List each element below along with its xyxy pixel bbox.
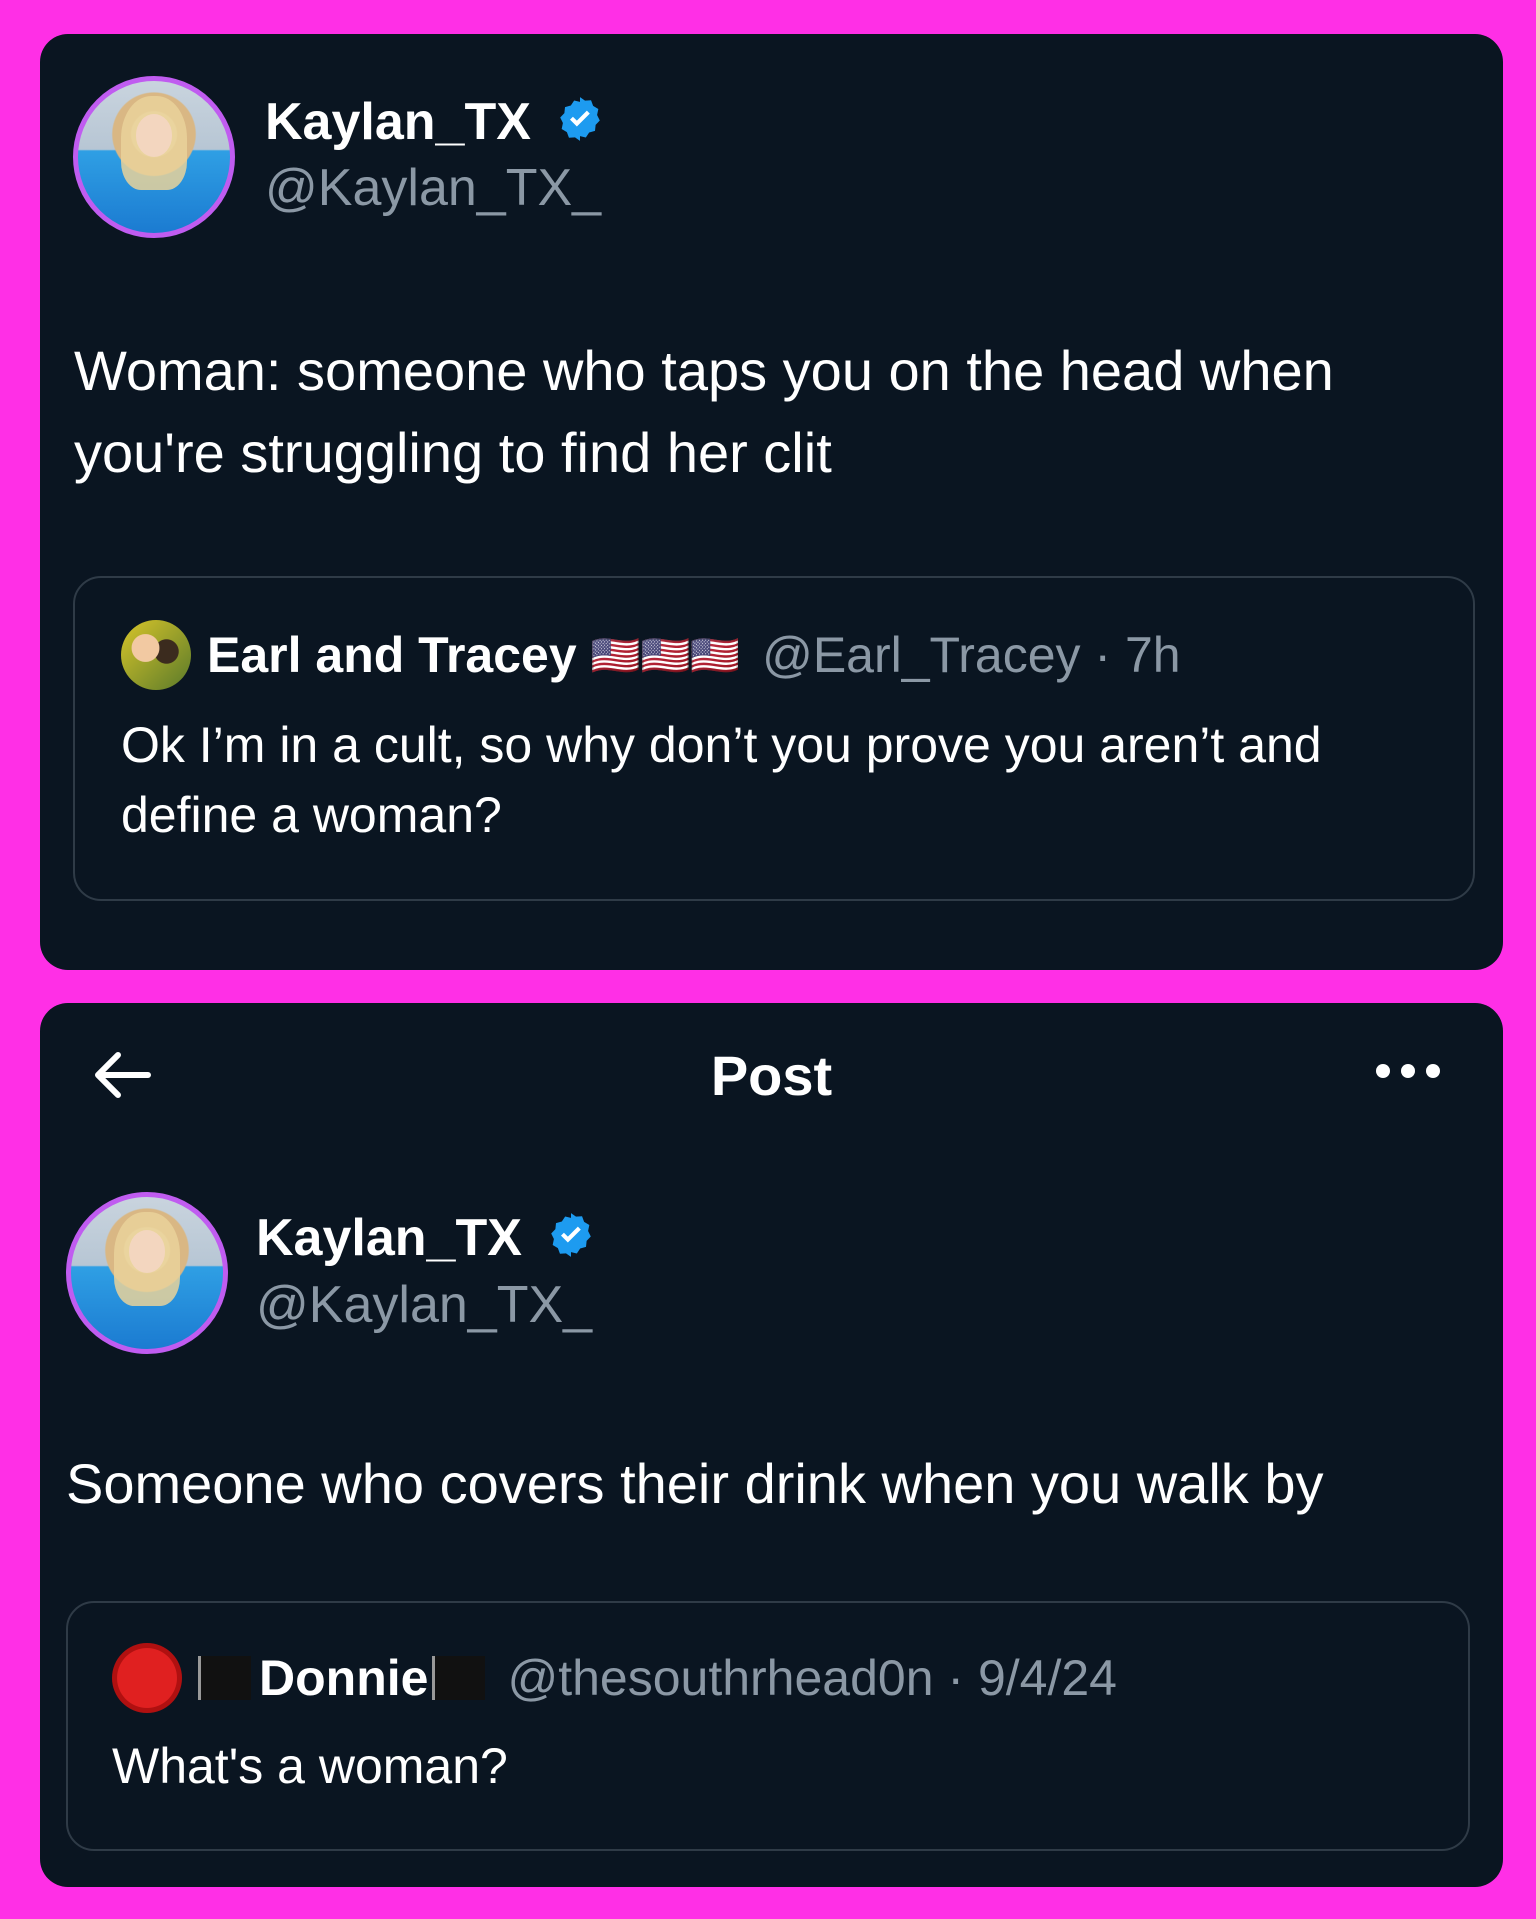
pirate-flag-icon [198, 1656, 251, 1700]
quoted-tweet[interactable]: Earl and Tracey 🇺🇸🇺🇸🇺🇸 @Earl_Tracey · 7h… [73, 576, 1475, 901]
quoted-avatar[interactable] [112, 1643, 182, 1713]
tweet-text: Woman: someone who taps you on the head … [74, 339, 1334, 484]
quoted-avatar[interactable] [121, 620, 191, 690]
quoted-text: What's a woman? [112, 1738, 508, 1794]
author-name[interactable]: Kaylan_TX [265, 92, 605, 157]
us-flag-icon: 🇺🇸🇺🇸🇺🇸 [590, 633, 741, 678]
avatar[interactable] [66, 1192, 228, 1354]
tweet-card-1: Kaylan_TX @Kaylan_TX_ Woman: someone who… [40, 34, 1503, 970]
verified-badge-icon [555, 94, 605, 157]
quoted-meta: @Earl_Tracey · 7h [762, 627, 1181, 683]
author-handle: @Kaylan_TX_ [256, 1276, 593, 1334]
verified-badge-icon [546, 1210, 596, 1273]
quoted-text: Ok I’m in a cult, so why don’t you prove… [121, 717, 1322, 843]
quoted-meta: @thesouthrhead0n · 9/4/24 [507, 1650, 1117, 1706]
avatar[interactable] [73, 76, 235, 238]
quoted-tweet[interactable]: Donnie @thesouthrhead0n · 9/4/24 What's … [66, 1601, 1470, 1851]
tweet-text: Someone who covers their drink when you … [66, 1452, 1324, 1515]
quoted-author-name[interactable]: Earl and Tracey [207, 626, 577, 684]
page-title: Post [710, 1044, 833, 1107]
author-handle: @Kaylan_TX_ [265, 159, 602, 217]
tweet-card-2: Post Kaylan_TX @Kaylan_TX_ Someone who c… [40, 1003, 1503, 1887]
more-options-icon[interactable] [1373, 1061, 1443, 1086]
quoted-author-name[interactable]: Donnie [259, 1649, 428, 1707]
author-name[interactable]: Kaylan_TX [256, 1208, 596, 1273]
pirate-flag-icon [432, 1656, 486, 1700]
